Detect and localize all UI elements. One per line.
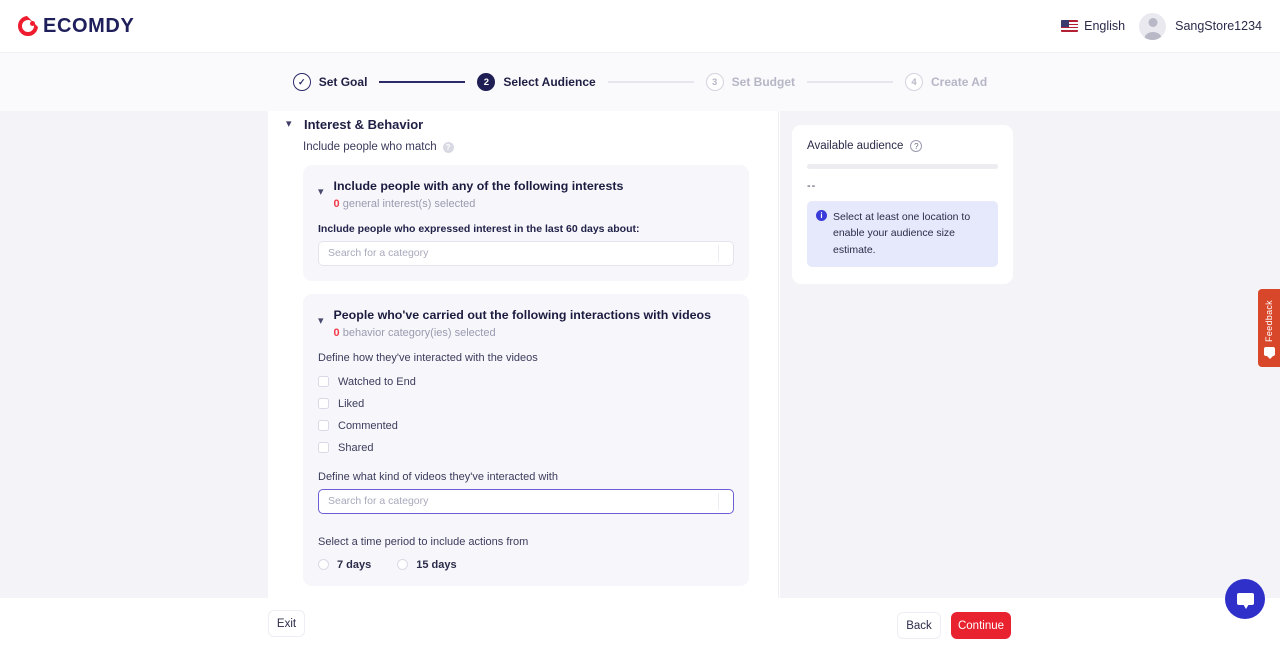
step-2-indicator: 2 — [477, 73, 496, 91]
ecomdy-logo-icon — [18, 16, 38, 36]
exit-button[interactable]: Exit — [268, 610, 305, 637]
audience-form-column: ▾ Interest & Behavior Include people who… — [268, 111, 779, 598]
interests-card-header[interactable]: ▾ Include people with any of the followi… — [318, 178, 734, 210]
interests-search-input[interactable] — [319, 241, 733, 265]
user-menu[interactable]: SangStore1234 — [1139, 12, 1262, 40]
video-kind-label: Define what kind of videos they've inter… — [318, 470, 558, 483]
behavior-selected-count: 0 behavior category(ies) selected — [334, 327, 711, 339]
input-divider — [718, 244, 719, 262]
include-people-label: Include people who match — [303, 141, 437, 153]
time-period-radio-group: 7 days 15 days — [318, 559, 734, 571]
language-selector[interactable]: English — [1061, 19, 1125, 33]
step-3-label: Set Budget — [731, 75, 796, 89]
checkbox-liked[interactable]: Liked — [318, 398, 734, 410]
checkbox-icon[interactable] — [318, 420, 329, 432]
checkbox-label: Watched to End — [338, 375, 416, 388]
audience-size-meter — [807, 164, 998, 169]
radio-icon[interactable] — [397, 559, 409, 571]
behavior-card: ▾ People who've carried out the followin… — [303, 293, 749, 586]
step-connector-3 — [807, 81, 894, 83]
audience-notice: i Select at least one location to enable… — [807, 201, 998, 267]
footer-bar: Exit — [0, 598, 1280, 649]
interests-search-wrapper[interactable] — [318, 240, 734, 266]
step-connector-2 — [607, 81, 694, 83]
behavior-card-title: People who've carried out the following … — [333, 307, 712, 322]
checkbox-icon[interactable] — [318, 376, 329, 388]
header-actions: English SangStore1234 — [1061, 12, 1262, 40]
video-category-search-input[interactable] — [319, 489, 733, 513]
radio-15-days[interactable]: 15 days — [397, 558, 457, 571]
video-category-search-wrapper[interactable] — [318, 488, 734, 514]
chat-widget-button[interactable] — [1225, 579, 1265, 619]
time-period-label: Select a time period to include actions … — [318, 535, 529, 548]
radio-icon[interactable] — [318, 559, 329, 571]
interests-card: ▾ Include people with any of the followi… — [303, 165, 749, 281]
input-divider — [718, 492, 719, 510]
step-set-budget[interactable]: 3 Set Budget — [705, 73, 796, 91]
checkbox-icon[interactable] — [318, 442, 329, 454]
feedback-tab[interactable]: Feedback — [1258, 289, 1280, 367]
available-audience-title: Available audience — [807, 140, 904, 152]
avatar — [1139, 12, 1167, 40]
behavior-count-suffix: behavior category(ies) selected — [339, 326, 496, 339]
brand-logo[interactable]: ECOMDY — [18, 15, 134, 38]
checkbox-commented[interactable]: Commented — [318, 420, 734, 432]
step-set-goal[interactable]: ✓ Set Goal — [292, 73, 368, 91]
step-3-indicator: 3 — [705, 73, 724, 91]
username-label: SangStore1234 — [1175, 19, 1262, 33]
checkbox-label: Liked — [338, 397, 365, 410]
step-2-label: Select Audience — [503, 75, 596, 89]
radio-label: 7 days — [337, 558, 372, 571]
available-audience-column: Available audience ? -- i Select at leas… — [780, 111, 1280, 598]
checkbox-label: Shared — [338, 441, 374, 454]
chevron-down-icon[interactable]: ▾ — [318, 315, 324, 327]
interaction-type-label: Define how they've interacted with the v… — [318, 351, 538, 364]
audience-size-value: -- — [807, 180, 817, 192]
audience-notice-text: Select at least one location to enable y… — [833, 211, 971, 256]
available-audience-header: Available audience ? — [807, 140, 998, 152]
chevron-down-icon[interactable]: ▾ — [318, 187, 324, 198]
radio-7-days[interactable]: 7 days — [318, 559, 371, 571]
continue-button[interactable]: Continue — [951, 612, 1011, 639]
step-select-audience[interactable]: 2 Select Audience — [477, 73, 596, 91]
interests-field-label: Include people who expressed interest in… — [318, 222, 640, 235]
back-button[interactable]: Back — [897, 612, 941, 639]
checkbox-shared[interactable]: Shared — [318, 442, 734, 454]
step-1-label: Set Goal — [318, 75, 368, 89]
info-icon[interactable]: ? — [442, 141, 454, 153]
language-label: English — [1084, 19, 1126, 33]
interests-count-suffix: general interest(s) selected — [339, 197, 476, 210]
content-area: ▾ Interest & Behavior Include people who… — [268, 111, 1280, 598]
wizard-stepper: ✓ Set Goal 2 Select Audience 3 Set Budge… — [292, 73, 987, 91]
brand-name: ECOMDY — [43, 14, 135, 37]
radio-label: 15 days — [416, 558, 457, 571]
us-flag-icon — [1061, 20, 1079, 32]
interests-card-title: Include people with any of the following… — [333, 179, 624, 193]
feedback-label: Feedback — [1264, 300, 1274, 342]
app-header: ECOMDY English SangStore1234 — [0, 0, 1280, 53]
behavior-card-header[interactable]: ▾ People who've carried out the followin… — [318, 307, 734, 339]
available-audience-card: Available audience ? -- i Select at leas… — [792, 125, 1013, 284]
step-create-ad[interactable]: 4 Create Ad — [905, 73, 987, 91]
info-icon: i — [816, 210, 827, 221]
step-4-indicator: 4 — [905, 73, 924, 91]
checkbox-watched-to-end[interactable]: Watched to End — [318, 376, 734, 388]
chat-bubble-icon — [1236, 593, 1254, 609]
step-4-label: Create Ad — [931, 75, 988, 89]
checkbox-icon[interactable] — [318, 398, 329, 410]
checkbox-label: Commented — [338, 419, 398, 432]
step-connector-1 — [379, 81, 466, 83]
step-1-indicator: ✓ — [292, 73, 311, 91]
chat-smiley-icon — [1263, 346, 1275, 359]
interest-behavior-section-header[interactable]: ▾ Interest & Behavior — [286, 117, 778, 132]
chevron-down-icon[interactable]: ▾ — [286, 119, 295, 130]
wizard-stepper-bar: ✓ Set Goal 2 Select Audience 3 Set Budge… — [0, 53, 1280, 111]
include-people-row: Include people who match ? — [303, 141, 778, 153]
page-title: Interest & Behavior — [304, 117, 424, 132]
interaction-checkbox-list: Watched to End Liked Commented Shared — [318, 376, 734, 454]
interests-selected-count: 0 general interest(s) selected — [334, 198, 624, 210]
help-icon[interactable]: ? — [910, 140, 923, 152]
